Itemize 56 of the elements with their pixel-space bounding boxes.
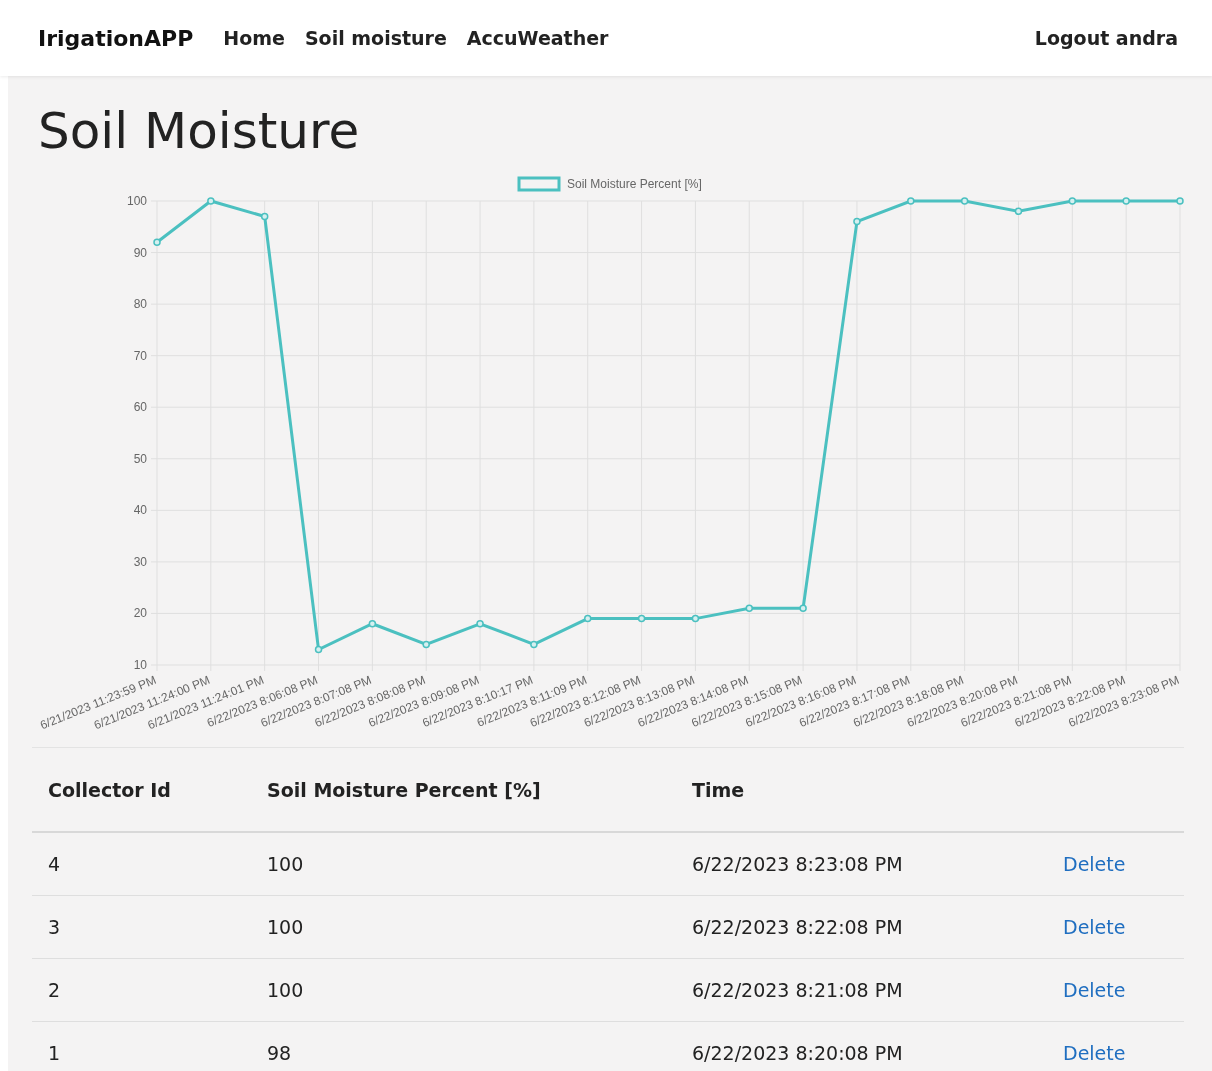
data-point bbox=[476, 620, 484, 628]
y-tick-label: 20 bbox=[133, 606, 147, 621]
data-point bbox=[584, 614, 592, 623]
data-point bbox=[637, 614, 646, 623]
table-cell: 100 bbox=[267, 853, 304, 875]
delete-link[interactable]: Delete bbox=[1063, 979, 1126, 1001]
delete-link[interactable]: Delete bbox=[1063, 916, 1126, 938]
data-point bbox=[799, 604, 807, 613]
data-point bbox=[1176, 197, 1184, 205]
data-point bbox=[314, 645, 323, 654]
table-cell: 6/22/2023 8:22:08 PM bbox=[692, 916, 903, 938]
table-cell: 1 bbox=[48, 1042, 61, 1064]
y-tick-label: 90 bbox=[133, 245, 147, 260]
page-title: Soil Moisture bbox=[38, 102, 361, 160]
table-cell: 6/22/2023 8:21:08 PM bbox=[692, 979, 903, 1001]
y-tick-label: 10 bbox=[133, 658, 147, 672]
y-tick-label: 30 bbox=[133, 554, 147, 569]
data-point bbox=[260, 212, 269, 221]
y-tick-label: 80 bbox=[133, 297, 147, 312]
data-point bbox=[907, 197, 915, 205]
nav-link[interactable]: AccuWeather bbox=[466, 27, 609, 49]
data-point bbox=[207, 197, 215, 205]
y-tick-label: 40 bbox=[133, 503, 147, 518]
y-tick-label: 60 bbox=[133, 400, 147, 415]
y-tick-label: 70 bbox=[133, 348, 147, 363]
delete-link[interactable]: Delete bbox=[1063, 1042, 1126, 1064]
data-point bbox=[1068, 197, 1077, 205]
brand[interactable]: IrigationAPP bbox=[38, 25, 194, 51]
data-point bbox=[853, 217, 861, 226]
column-header: Collector Id bbox=[32, 747, 251, 832]
data-point bbox=[153, 238, 161, 246]
column-header: Soil Moisture Percent [%] bbox=[251, 747, 676, 832]
data-point bbox=[745, 604, 753, 613]
y-tick-label: 50 bbox=[133, 451, 147, 466]
column-header: Time bbox=[676, 747, 1047, 832]
logout-link[interactable]: Logout andra bbox=[1034, 27, 1178, 49]
data-point bbox=[691, 614, 700, 623]
nav-link[interactable]: Home bbox=[223, 27, 285, 49]
table-cell: 3 bbox=[48, 916, 61, 938]
table-cell: 4 bbox=[48, 853, 61, 875]
y-tick-label: 100 bbox=[126, 194, 147, 208]
table-cell: 98 bbox=[267, 1042, 292, 1064]
data-point bbox=[1014, 207, 1023, 216]
nav-link[interactable]: Soil moisture bbox=[304, 27, 447, 49]
table-cell: 2 bbox=[48, 979, 61, 1001]
data-point bbox=[422, 640, 430, 649]
data-point bbox=[960, 197, 969, 205]
delete-link[interactable]: Delete bbox=[1063, 853, 1126, 875]
table-cell: 100 bbox=[267, 916, 304, 938]
table-cell: 6/22/2023 8:20:08 PM bbox=[692, 1042, 903, 1064]
legend-label: Soil Moisture Percent [%] bbox=[567, 177, 702, 191]
data-point bbox=[530, 640, 538, 649]
table-cell: 6/22/2023 8:23:08 PM bbox=[692, 853, 903, 875]
table-cell: 100 bbox=[267, 979, 304, 1001]
data-point bbox=[368, 620, 377, 628]
data-point bbox=[1122, 197, 1130, 205]
